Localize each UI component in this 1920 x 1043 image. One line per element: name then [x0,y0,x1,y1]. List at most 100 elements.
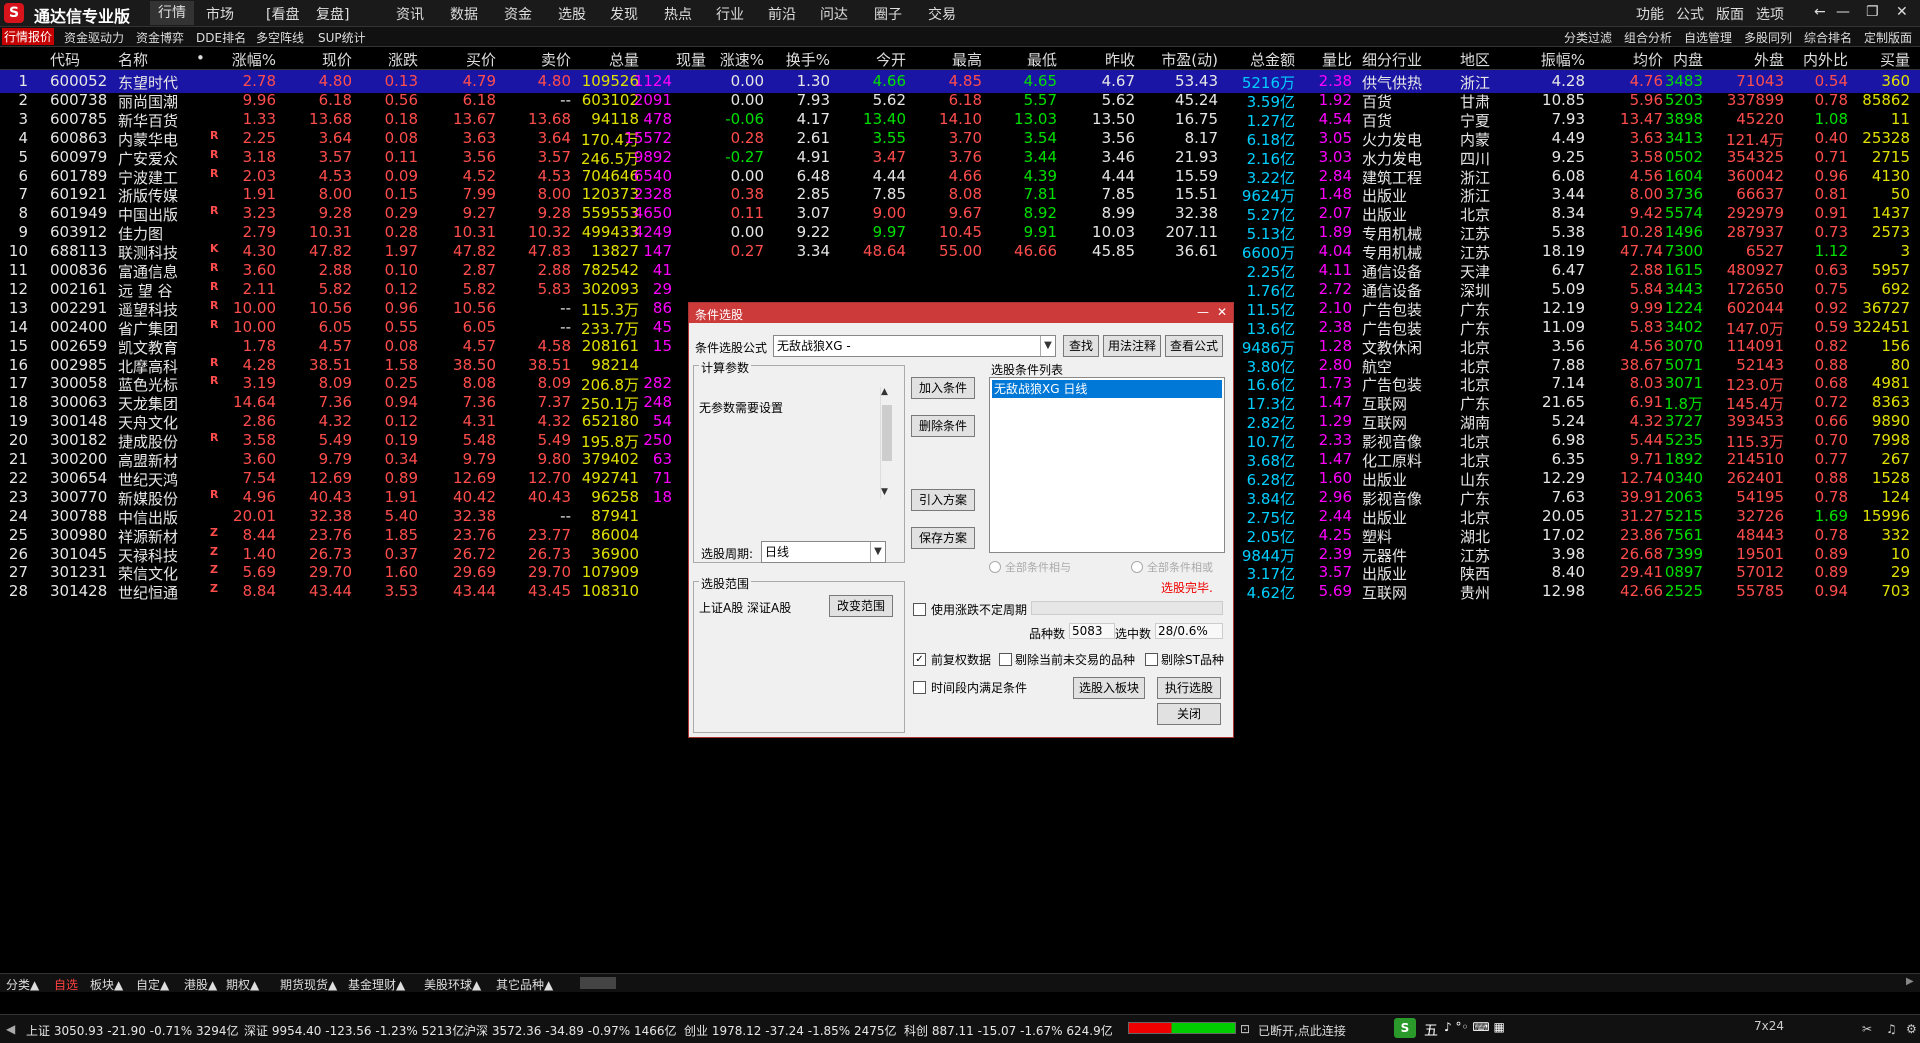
col-header-open[interactable]: 今开 [876,49,906,70]
bottom-tab-6[interactable]: 期货现货▲ [280,976,337,993]
close-button[interactable]: 关闭 [1157,703,1221,725]
col-header-cur[interactable]: 现量 [676,49,706,70]
menu-9[interactable]: 热点 [664,4,692,24]
ime-mode[interactable]: 五 [1424,1020,1438,1040]
index-cy[interactable]: 创业 1978.12 -37.24 -1.85% 2475亿 [684,1022,897,1039]
menu-12[interactable]: 问达 [820,4,848,24]
import-plan-button[interactable]: 引入方案 [911,489,975,511]
scroll-right-icon[interactable]: ▶ [1906,976,1914,987]
col-header-price[interactable]: 现价 [322,49,352,70]
dialog-close-icon[interactable]: ✕ [1217,305,1227,319]
change-range-button[interactable]: 改变范围 [829,595,893,617]
add-condition-button[interactable]: 加入条件 [911,377,975,399]
col-header-io[interactable]: 内外比 [1803,49,1848,70]
toolbar-tab-3[interactable]: DDE排名 [196,29,246,46]
col-header-amp[interactable]: 振幅% [1541,49,1585,70]
index-sh[interactable]: 上证 3050.93 -21.90 -0.71% 3294亿 [26,1022,239,1039]
dialog-titlebar[interactable]: 条件选股 — ✕ [689,303,1233,323]
time-checkbox[interactable] [913,681,926,694]
condition-list-item[interactable]: 无敌战狼XG 日线 [992,380,1222,398]
menu-0[interactable]: 行情 [150,1,194,25]
speaker-icon[interactable]: ♫ [1886,1022,1897,1036]
col-header-speed[interactable]: 涨速% [720,49,764,70]
col-header-pe[interactable]: 市盈(动) [1161,49,1218,70]
col-header-low[interactable]: 最低 [1027,49,1057,70]
menu-6[interactable]: 资金 [504,4,532,24]
scroll-thumb[interactable] [882,405,892,461]
menu-5[interactable]: 数据 [450,4,478,24]
chevron-left-icon[interactable]: ◀ [6,1022,15,1036]
settings-icon[interactable]: ⚙ [1906,1022,1917,1036]
formula-select[interactable]: 无敌战狼XG - ▼ [773,335,1056,357]
col-header-turn[interactable]: 换手% [786,49,830,70]
index-hs[interactable]: 沪深 3572.36 -34.89 -0.97% 1466亿 [464,1022,677,1039]
clock-label[interactable]: 7x24 [1754,1019,1784,1033]
radio-and[interactable] [989,561,1001,573]
col-header-high[interactable]: 最高 [952,49,982,70]
execute-button[interactable]: 执行选股 [1157,677,1221,699]
period-select[interactable]: 日线 ▼ [761,541,886,563]
col-header-avg[interactable]: 均价 [1633,49,1663,70]
right-menu-3[interactable]: 选项 [1756,4,1784,24]
radio-or[interactable] [1131,561,1143,573]
minimize-icon[interactable]: — [1836,4,1850,20]
toolbar-right-5[interactable]: 定制版面 [1864,29,1912,46]
bottom-tab-9[interactable]: 其它品种▲ [496,976,553,993]
back-arrow-icon[interactable]: ← [1814,4,1826,20]
toolbar-right-4[interactable]: 综合排名 [1804,29,1852,46]
col-header-code[interactable]: 代码 [50,49,80,70]
col-header-prev[interactable]: 昨收 [1105,49,1135,70]
menu-2[interactable]: [看盘 [266,4,299,24]
delete-condition-button[interactable]: 删除条件 [911,415,975,437]
notrade-checkbox[interactable] [999,653,1012,666]
st-checkbox[interactable] [1145,653,1158,666]
right-menu-2[interactable]: 版面 [1716,4,1744,24]
to-block-button[interactable]: 选股入板块 [1073,677,1145,699]
connection-status[interactable]: 已断开,点此连接 [1258,1022,1346,1039]
period-checkbox[interactable] [913,603,926,616]
params-scrollbar[interactable]: ▲ ▼ [880,387,893,499]
dialog-minimize-icon[interactable]: — [1197,305,1209,319]
index-sz[interactable]: 深证 9954.40 -123.56 -1.23% 5213亿 [244,1022,464,1039]
toolbar-right-1[interactable]: 组合分析 [1624,29,1672,46]
index-kc[interactable]: 科创 887.11 -15.07 -1.67% 624.9亿 [904,1022,1113,1039]
col-header-region[interactable]: 地区 [1460,49,1490,70]
toolbar-right-0[interactable]: 分类过滤 [1564,29,1612,46]
bottom-tab-8[interactable]: 美股环球▲ [424,976,481,993]
menu-10[interactable]: 行业 [716,4,744,24]
col-header-vr[interactable]: 量比 [1322,49,1352,70]
col-header-bid[interactable]: 买价 [466,49,496,70]
usage-button[interactable]: 用法注释 [1103,335,1161,357]
menu-4[interactable]: 资讯 [396,4,424,24]
view-formula-button[interactable]: 查看公式 [1165,335,1223,357]
toolbar-right-3[interactable]: 多股同列 [1744,29,1792,46]
col-header-chg[interactable]: 涨跌 [388,49,418,70]
menu-13[interactable]: 圈子 [874,4,902,24]
toolbar-right-2[interactable]: 自选管理 [1684,29,1732,46]
menu-3[interactable]: 复盘] [316,4,349,24]
fq-checkbox[interactable]: ✓ [913,653,926,666]
col-header-outer[interactable]: 外盘 [1754,49,1784,70]
toolbar-tab-4[interactable]: 多空阵线 [256,29,304,46]
col-header-bidvol[interactable]: 买量 [1880,49,1910,70]
col-header-chg_pct[interactable]: 涨幅% [232,49,276,70]
menu-1[interactable]: 市场 [206,4,234,24]
bottom-tab-3[interactable]: 自定▲ [136,976,169,993]
col-header-ask[interactable]: 卖价 [541,49,571,70]
scroll-up-icon[interactable]: ▲ [881,387,888,397]
col-header-amount[interactable]: 总金额 [1250,49,1295,70]
tool-icon[interactable]: ✂ [1862,1022,1872,1036]
close-icon[interactable]: ✕ [1896,4,1908,20]
col-header-ind[interactable]: 细分行业 [1362,49,1422,70]
condition-list[interactable]: 无敌战狼XG 日线 [989,377,1225,553]
horizontal-scrollbar[interactable] [580,977,616,989]
save-plan-button[interactable]: 保存方案 [911,527,975,549]
bottom-tab-5[interactable]: 期权▲ [226,976,259,993]
ime-tools-icon[interactable]: ♪ °◦ ⌨ ▦ [1444,1020,1505,1034]
col-header-name[interactable]: 名称 [118,49,148,70]
toolbar-tab-0[interactable]: 行情报价 [2,28,55,45]
toolbar-tab-1[interactable]: 资金驱动力 [64,29,124,46]
menu-14[interactable]: 交易 [928,4,956,24]
right-menu-1[interactable]: 公式 [1676,4,1704,24]
find-button[interactable]: 查找 [1063,335,1099,357]
